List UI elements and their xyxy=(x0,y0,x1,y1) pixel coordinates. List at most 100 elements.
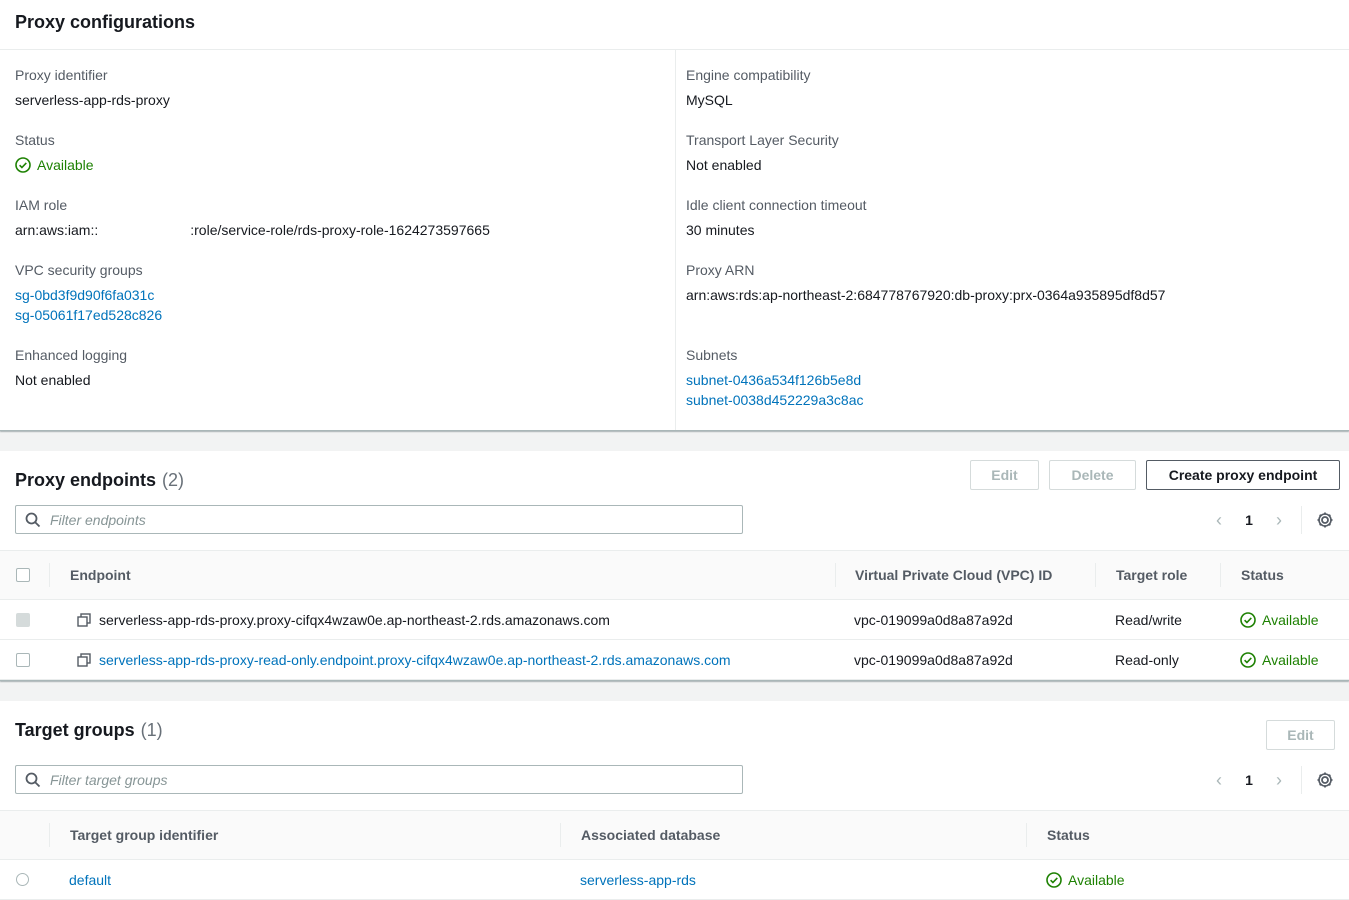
config-right-column: Engine compatibility MySQL Transport Lay… xyxy=(675,50,1349,430)
endpoints-pagination: ‹ 1 › xyxy=(1207,506,1334,534)
status-value: Available xyxy=(37,157,94,173)
chevron-left-icon[interactable]: ‹ xyxy=(1207,768,1231,792)
filter-target-groups-box xyxy=(15,765,743,794)
row-checkbox[interactable] xyxy=(16,653,30,667)
iam-role-label: IAM role xyxy=(15,197,68,213)
column-associated-database[interactable]: Associated database xyxy=(581,811,720,859)
column-status[interactable]: Status xyxy=(1047,811,1090,859)
proxy-endpoints-count: (2) xyxy=(162,470,185,490)
column-target-group-identifier[interactable]: Target group identifier xyxy=(70,811,218,859)
table-row[interactable]: serverless-app-rds-proxy.proxy-cifqx4wza… xyxy=(0,600,1349,640)
select-all-checkbox[interactable] xyxy=(16,568,30,582)
proxy-arn-label: Proxy ARN xyxy=(686,262,755,278)
subnet-link[interactable]: subnet-0436a534f126b5e8d xyxy=(686,372,861,388)
tls-label: Transport Layer Security xyxy=(686,132,839,148)
tls-value: Not enabled xyxy=(686,157,762,173)
endpoint-name: serverless-app-rds-proxy.proxy-cifqx4wza… xyxy=(99,612,610,628)
subnets-label: Subnets xyxy=(686,347,738,363)
page-title: Proxy configurations xyxy=(15,12,196,32)
chevron-right-icon[interactable]: › xyxy=(1267,768,1291,792)
row-checkbox[interactable] xyxy=(16,613,30,627)
status-badge: Available xyxy=(1046,860,1125,900)
edit-target-group-button[interactable]: Edit xyxy=(1266,720,1335,750)
target-role: Read/write xyxy=(1115,612,1182,628)
column-endpoint[interactable]: Endpoint xyxy=(70,551,131,599)
enhanced-logging-field: Enhanced logging Not enabled xyxy=(15,345,127,390)
proxy-arn-value: arn:aws:rds:ap-northeast-2:684778767920:… xyxy=(686,287,1166,303)
proxy-endpoints-panel: Proxy endpoints (2) Edit Delete Create pr… xyxy=(0,451,1349,681)
status-label: Status xyxy=(15,132,55,148)
column-target-role[interactable]: Target role xyxy=(1116,551,1187,599)
vpc-security-groups-field: VPC security groups sg-0bd3f9d90f6fa031c… xyxy=(15,260,162,325)
security-group-link[interactable]: sg-05061f17ed528c826 xyxy=(15,307,162,323)
proxy-endpoints-heading: Proxy endpoints (2) xyxy=(15,469,184,491)
search-icon xyxy=(25,772,41,788)
page-number[interactable]: 1 xyxy=(1231,772,1267,788)
table-row[interactable]: serverless-app-rds-proxy-read-only.endpo… xyxy=(0,640,1349,680)
vpc-security-groups-label: VPC security groups xyxy=(15,262,143,278)
redacted-account-id xyxy=(98,223,191,235)
idle-timeout-label: Idle client connection timeout xyxy=(686,197,867,213)
status-badge: Available xyxy=(1240,600,1319,640)
chevron-left-icon[interactable]: ‹ xyxy=(1207,508,1231,532)
config-left-column: Proxy identifier serverless-app-rds-prox… xyxy=(0,50,675,430)
target-groups-title: Target groups xyxy=(15,720,135,740)
copy-icon[interactable] xyxy=(77,613,91,627)
table-row[interactable]: default serverless-app-rds Available xyxy=(0,860,1349,900)
enhanced-logging-value: Not enabled xyxy=(15,372,91,388)
filter-target-groups-input[interactable] xyxy=(50,766,730,793)
engine-compatibility-field: Engine compatibility MySQL xyxy=(686,65,811,110)
target-group-link[interactable]: default xyxy=(69,860,111,900)
gear-icon[interactable] xyxy=(1316,771,1334,789)
chevron-right-icon[interactable]: › xyxy=(1267,508,1291,532)
row-radio[interactable] xyxy=(16,873,29,886)
iam-role-field: IAM role arn:aws:iam:::role/service-role… xyxy=(15,195,490,240)
delete-endpoint-button[interactable]: Delete xyxy=(1049,460,1136,490)
proxy-identifier-label: Proxy identifier xyxy=(15,67,108,83)
proxy-endpoints-title: Proxy endpoints xyxy=(15,470,157,490)
column-vpc-id[interactable]: Virtual Private Cloud (VPC) ID xyxy=(855,551,1052,599)
status-badge: Available xyxy=(15,155,94,175)
iam-role-suffix: :role/service-role/rds-proxy-role-162427… xyxy=(190,222,490,238)
proxy-configurations-header: Proxy configurations xyxy=(0,0,1349,50)
target-groups-panel: Target groups(1) Edit ‹ 1 › Target group… xyxy=(0,701,1349,900)
column-status[interactable]: Status xyxy=(1241,551,1284,599)
create-proxy-endpoint-button[interactable]: Create proxy endpoint xyxy=(1146,460,1340,490)
subnets-field: Subnets subnet-0436a534f126b5e8d subnet-… xyxy=(686,345,864,410)
check-circle-icon xyxy=(1240,652,1256,668)
check-circle-icon xyxy=(1046,872,1062,888)
gear-icon[interactable] xyxy=(1316,511,1334,529)
target-groups-table-header: Target group identifier Associated datab… xyxy=(0,810,1349,860)
page-number[interactable]: 1 xyxy=(1231,512,1267,528)
endpoint-link[interactable]: serverless-app-rds-proxy-read-only.endpo… xyxy=(99,640,731,680)
status-field: Status Available xyxy=(15,130,94,178)
status-badge: Available xyxy=(1240,640,1319,680)
target-groups-pagination: ‹ 1 › xyxy=(1207,766,1334,794)
enhanced-logging-label: Enhanced logging xyxy=(15,347,128,363)
vpc-id: vpc-019099a0d8a87a92d xyxy=(854,612,1013,628)
proxy-identifier-field: Proxy identifier serverless-app-rds-prox… xyxy=(15,65,170,110)
edit-endpoint-button[interactable]: Edit xyxy=(970,460,1039,490)
security-group-link[interactable]: sg-0bd3f9d90f6fa031c xyxy=(15,287,154,303)
check-circle-icon xyxy=(15,157,31,173)
target-groups-heading: Target groups (1) xyxy=(15,719,163,741)
target-groups-count: (1) xyxy=(140,720,163,740)
filter-endpoints-input[interactable] xyxy=(50,506,730,533)
check-circle-icon xyxy=(1240,612,1256,628)
endpoints-table-header: Endpoint Virtual Private Cloud (VPC) ID … xyxy=(0,550,1349,600)
search-icon xyxy=(25,512,41,528)
idle-timeout-value: 30 minutes xyxy=(686,222,755,238)
proxy-arn-field: Proxy ARN arn:aws:rds:ap-northeast-2:684… xyxy=(686,260,1165,305)
proxy-identifier-value: serverless-app-rds-proxy xyxy=(15,92,170,108)
engine-compatibility-label: Engine compatibility xyxy=(686,67,811,83)
associated-database-link[interactable]: serverless-app-rds xyxy=(580,860,696,900)
vpc-id: vpc-019099a0d8a87a92d xyxy=(854,652,1013,668)
proxy-configurations-panel: Proxy configurations Proxy identifier se… xyxy=(0,0,1349,431)
target-role: Read-only xyxy=(1115,652,1179,668)
copy-icon[interactable] xyxy=(77,653,91,667)
tls-field: Transport Layer Security Not enabled xyxy=(686,130,839,175)
filter-endpoints-box xyxy=(15,505,743,534)
iam-role-prefix: arn:aws:iam:: xyxy=(15,222,99,238)
engine-compatibility-value: MySQL xyxy=(686,92,733,108)
subnet-link[interactable]: subnet-0038d452229a3c8ac xyxy=(686,392,864,408)
